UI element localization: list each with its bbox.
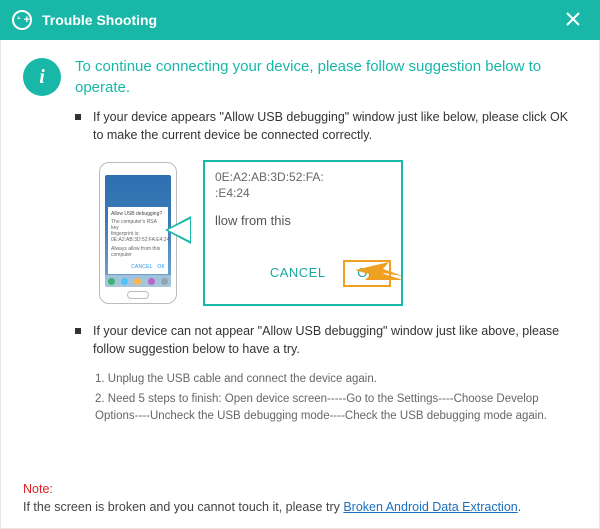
dialog-content: i To continue connecting your device, pl… — [0, 40, 600, 529]
bullet-icon — [75, 114, 81, 120]
phone-dialog-line: The computer's RSA key — [111, 219, 165, 231]
phone-usb-dialog: Allow USB debugging? The computer's RSA … — [108, 207, 168, 274]
shield-icon: + — [12, 10, 32, 30]
cancel-label: CANCEL — [270, 265, 326, 280]
phone-dialog-line: 0E:A2:AB:3D:52:FA:E4:24 — [111, 237, 165, 243]
instruction-2-text: If your device can not appear "Allow USB… — [93, 322, 577, 358]
zoom-panel: 0E:A2:AB:3D:52:FA: :E4:24 llow from this… — [203, 160, 403, 306]
dialog-title: Trouble Shooting — [42, 12, 157, 28]
phone-dock — [105, 275, 171, 287]
info-icon: i — [23, 58, 61, 96]
arrow-icon — [355, 262, 403, 282]
close-icon — [566, 12, 580, 26]
callout-pointer-icon — [165, 216, 191, 244]
allow-from-text: llow from this — [215, 213, 391, 230]
illustration: Allow USB debugging? The computer's RSA … — [93, 158, 403, 308]
phone-ok: OK — [157, 264, 165, 270]
note-period: . — [518, 500, 521, 514]
fingerprint-line-2: :E4:24 — [215, 186, 391, 202]
substep-1: 1. Unplug the USB cable and connect the … — [95, 371, 577, 388]
intro-text: To continue connecting your device, plea… — [75, 56, 577, 98]
instruction-1: If your device appears "Allow USB debugg… — [75, 108, 577, 144]
note-text: If the screen is broken and you cannot t… — [23, 500, 343, 514]
fingerprint-line-1: 0E:A2:AB:3D:52:FA: — [215, 170, 391, 186]
close-button[interactable] — [558, 8, 588, 33]
instruction-1-text: If your device appears "Allow USB debugg… — [93, 108, 577, 144]
broken-android-link[interactable]: Broken Android Data Extraction — [343, 500, 517, 514]
phone-screen: Allow USB debugging? The computer's RSA … — [105, 175, 171, 287]
phone-home-button — [127, 291, 149, 299]
intro-row: i To continue connecting your device, pl… — [23, 56, 577, 98]
footer-note: Note: If the screen is broken and you ca… — [23, 481, 577, 516]
substeps: 1. Unplug the USB cable and connect the … — [95, 371, 577, 429]
dialog-header: + Trouble Shooting — [0, 0, 600, 40]
substep-2: 2. Need 5 steps to finish: Open device s… — [95, 391, 577, 424]
phone-dialog-buttons: CANCEL OK — [111, 264, 165, 270]
instruction-2: If your device can not appear "Allow USB… — [75, 322, 577, 358]
phone-dialog-title: Allow USB debugging? — [111, 211, 165, 217]
phone-cancel: CANCEL — [131, 264, 152, 270]
phone-dialog-checkbox: Always allow from this computer — [111, 246, 165, 258]
bullet-icon — [75, 328, 81, 334]
note-label: Note: — [23, 482, 53, 496]
